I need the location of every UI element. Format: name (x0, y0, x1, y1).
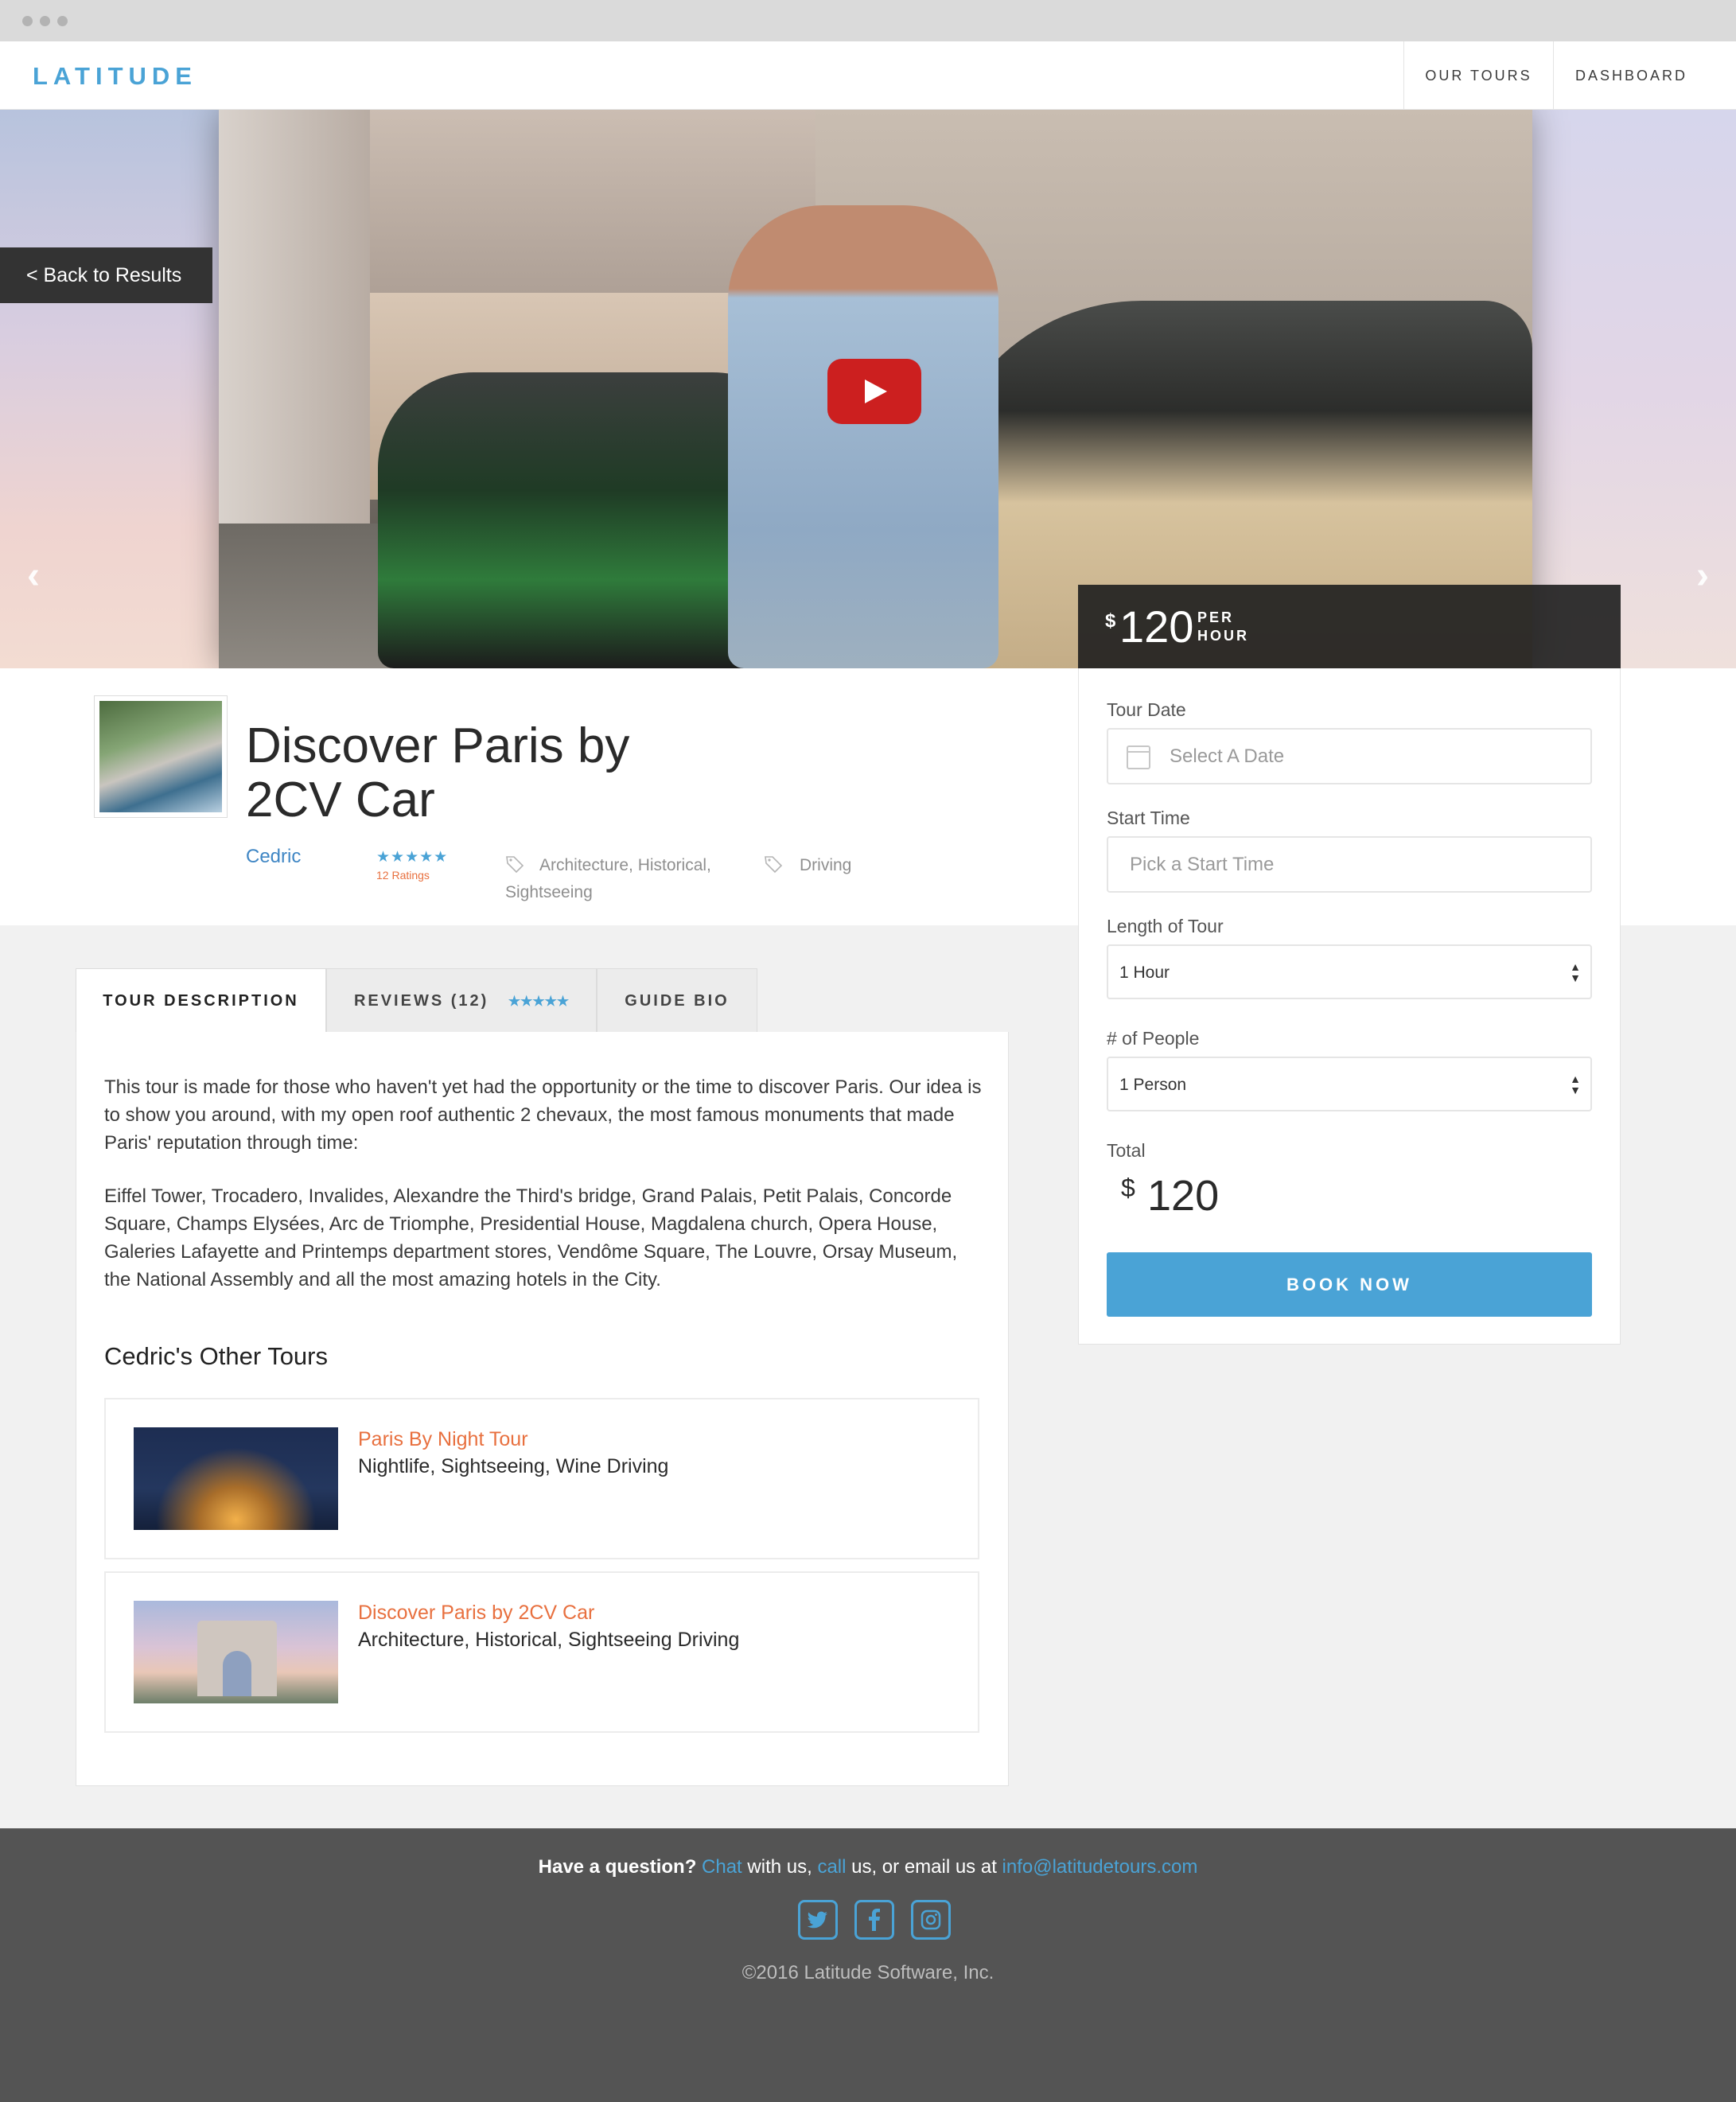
tour-title: Discover Paris by 2CV Car (246, 718, 630, 827)
price-per: PER (1197, 609, 1235, 625)
price-banner: $ 120 PER HOUR (1078, 585, 1621, 668)
other-tour-title[interactable]: Discover Paris by 2CV Car (358, 1602, 594, 1625)
description-paragraph: This tour is made for those who haven't … (104, 1076, 982, 1154)
arc-de-triomphe-shape (197, 1621, 277, 1696)
total-currency: $ (1121, 1174, 1135, 1202)
facebook-icon[interactable] (854, 1900, 894, 1940)
email-link[interactable]: info@latitudetours.com (1002, 1856, 1198, 1878)
footer-contact-line: Have a question? Chat with us, call us, … (0, 1856, 1736, 1878)
tour-thumbnail (134, 1427, 338, 1530)
tour-date-label: Tour Date (1107, 699, 1186, 720)
people-label: # of People (1107, 1028, 1200, 1049)
other-tour-title[interactable]: Paris By Night Tour (358, 1428, 528, 1451)
calendar-icon (1127, 745, 1150, 769)
footer-question: Have a question? (538, 1856, 697, 1878)
footer: Have a question? Chat with us, call us, … (0, 1828, 1736, 2102)
twitter-icon[interactable] (798, 1900, 838, 1940)
youtube-play-icon[interactable] (827, 359, 921, 424)
instagram-icon[interactable] (911, 1900, 951, 1940)
price-amount: 120 (1119, 601, 1194, 652)
guide-avatar[interactable] (94, 695, 228, 818)
brand-logo[interactable]: LATITUDE (33, 62, 197, 91)
other-tour-tags: Nightlife, Sightseeing, Wine Driving (358, 1455, 669, 1477)
select-caret-icon: ▲ ▼ (1570, 1072, 1581, 1096)
tab-guide-bio[interactable]: GUIDE BIO (597, 968, 757, 1033)
other-tours-heading: Cedric's Other Tours (104, 1342, 328, 1370)
price-currency: $ (1105, 610, 1116, 632)
top-navbar: LATITUDE OUR TOURS DASHBOARD (0, 41, 1736, 110)
tab-tour-description[interactable]: TOUR DESCRIPTION (76, 968, 326, 1033)
rating-count[interactable]: 12 Ratings (376, 869, 430, 882)
nav-our-tours[interactable]: OUR TOURS (1403, 41, 1553, 110)
window-dot-icon (57, 16, 68, 26)
price-unit-hour: HOUR (1197, 628, 1249, 644)
guide-photo (99, 701, 222, 812)
carousel-prev-arrow-icon[interactable]: ‹ (27, 554, 40, 598)
booking-panel: Tour Date Select A Date Start Time Pick … (1078, 668, 1621, 1345)
start-time-placeholder: Pick a Start Time (1130, 854, 1275, 875)
description-paragraph: Eiffel Tower, Trocadero, Invalides, Alex… (104, 1185, 958, 1290)
window-dot-icon (40, 16, 50, 26)
length-select[interactable]: 1 Hour ▲ ▼ (1107, 944, 1592, 999)
tab-reviews[interactable]: REVIEWS (12) ★★★★★ (326, 968, 597, 1033)
tour-thumbnail (134, 1601, 338, 1703)
video-scene-person (728, 205, 998, 668)
tag-icon (506, 856, 524, 874)
guide-name-link[interactable]: Cedric (246, 846, 301, 868)
tour-date-placeholder: Select A Date (1170, 745, 1285, 767)
price-unit: PER HOUR (1197, 609, 1249, 645)
call-link[interactable]: call (817, 1856, 846, 1878)
window-dot-icon (22, 16, 33, 26)
tag-activity[interactable]: Driving (800, 851, 851, 879)
other-tour-card[interactable]: Paris By Night Tour Nightlife, Sightseei… (104, 1398, 979, 1559)
total-amount: 120 (1147, 1172, 1220, 1220)
tag-icon (765, 856, 783, 874)
tag-categories-cont[interactable]: Sightseeing (505, 878, 593, 906)
other-tour-card[interactable]: Discover Paris by 2CV Car Architecture, … (104, 1571, 979, 1733)
play-triangle-icon (865, 380, 887, 403)
other-tour-tags: Architecture, Historical, Sightseeing Dr… (358, 1629, 740, 1651)
browser-chrome (0, 0, 1736, 41)
footer-text: with us, (741, 1856, 818, 1878)
copyright: ©2016 Latitude Software, Inc. (741, 1962, 995, 1983)
total-label: Total (1107, 1140, 1146, 1161)
chat-link[interactable]: Chat (702, 1856, 742, 1878)
rating-stars: ★★★★★ (376, 849, 449, 866)
tour-date-input[interactable]: Select A Date (1107, 728, 1592, 784)
people-value: 1 Person (1119, 1076, 1187, 1094)
nav-dashboard[interactable]: DASHBOARD (1553, 41, 1709, 110)
tag-categories[interactable]: Architecture, Historical, (539, 851, 711, 879)
people-select[interactable]: 1 Person ▲ ▼ (1107, 1057, 1592, 1111)
tab-reviews-stars: ★★★★★ (508, 994, 570, 1009)
footer-text: us, or email us at (846, 1856, 1002, 1878)
tab-reviews-label: REVIEWS (12) (353, 992, 489, 1010)
length-value: 1 Hour (1119, 963, 1170, 982)
carousel-next-arrow-icon[interactable]: › (1696, 554, 1709, 598)
back-to-results-button[interactable]: < Back to Results (0, 247, 212, 303)
length-label: Length of Tour (1107, 916, 1224, 936)
tab-panel: This tour is made for those who haven't … (76, 1032, 1009, 1786)
start-time-input[interactable]: Pick a Start Time (1107, 836, 1592, 893)
book-now-button[interactable]: BOOK NOW (1107, 1252, 1592, 1317)
start-time-label: Start Time (1107, 808, 1190, 828)
select-caret-icon: ▲ ▼ (1570, 960, 1581, 984)
